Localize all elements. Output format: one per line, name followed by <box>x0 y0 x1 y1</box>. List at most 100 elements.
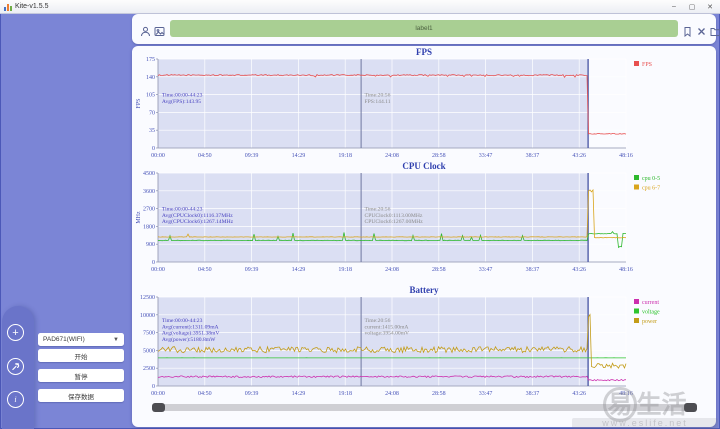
progress-label: label1 <box>415 25 433 32</box>
svg-text:3600: 3600 <box>143 189 155 195</box>
svg-text:04:50: 04:50 <box>198 153 212 159</box>
svg-text:105: 105 <box>146 93 155 99</box>
svg-text:09:39: 09:39 <box>245 391 259 397</box>
svg-text:09:39: 09:39 <box>245 153 259 159</box>
svg-text:FPS: FPS <box>136 98 142 108</box>
plus-icon: + <box>12 326 19 339</box>
settings-button[interactable] <box>7 358 24 375</box>
svg-text:00:00: 00:00 <box>151 153 165 159</box>
svg-text:0: 0 <box>152 260 155 266</box>
svg-text:70: 70 <box>149 110 155 116</box>
app-logo-icon <box>4 3 12 11</box>
maximize-button[interactable]: ▢ <box>684 1 700 12</box>
annotation: Avg(power):5180.8mW <box>162 336 216 343</box>
toolbar: label1 <box>132 14 720 44</box>
clear-icon[interactable] <box>696 24 707 35</box>
svg-text:12500: 12500 <box>140 295 155 301</box>
selected-region <box>158 297 589 386</box>
svg-text:43:26: 43:26 <box>572 153 586 159</box>
annotation: Time:00:00-44:23 <box>162 318 203 324</box>
annotation: CPUClock0:1113.00MHz <box>365 213 423 219</box>
svg-text:33:47: 33:47 <box>479 267 493 273</box>
svg-text:0: 0 <box>152 384 155 390</box>
legend-label: power <box>642 319 657 325</box>
device-select[interactable]: PAD671(WIFI) ▼ <box>38 333 124 346</box>
user-icon[interactable] <box>140 24 151 37</box>
range-handle-right[interactable] <box>684 403 697 412</box>
annotation: Time:20:56 <box>365 206 391 212</box>
svg-text:14:29: 14:29 <box>292 267 306 273</box>
titlebar: Kite-v1.5.5 – ▢ ✕ <box>0 0 720 14</box>
svg-text:7500: 7500 <box>143 331 155 337</box>
minimize-button[interactable]: – <box>666 1 682 12</box>
svg-text:175: 175 <box>146 57 155 63</box>
range-handle-left[interactable] <box>152 403 165 412</box>
svg-text:24:08: 24:08 <box>385 391 399 397</box>
svg-text:35: 35 <box>149 128 155 134</box>
svg-text:38:37: 38:37 <box>526 267 540 273</box>
chevron-down-icon: ▼ <box>113 336 119 343</box>
annotation: CPUClock6:1267.00MHz <box>365 219 424 225</box>
svg-text:MHz: MHz <box>136 211 142 224</box>
save-data-button[interactable]: 保存数据 <box>38 389 124 402</box>
svg-text:04:50: 04:50 <box>198 391 212 397</box>
annotation: current:1415.00mA <box>365 324 409 330</box>
legend-label: cpu 6-7 <box>642 185 660 191</box>
svg-text:43:26: 43:26 <box>572 267 586 273</box>
svg-text:43:26: 43:26 <box>572 391 586 397</box>
svg-text:5000: 5000 <box>143 348 155 354</box>
legend-swatch <box>634 318 639 323</box>
cpu-clock-chart[interactable]: CPU Clock 0 900 1800 2700 3600 4500 00:00 04:50… <box>132 161 716 276</box>
legend-label: FPS <box>642 62 652 68</box>
svg-text:19:18: 19:18 <box>338 391 352 397</box>
legend-swatch <box>634 175 639 180</box>
svg-text:900: 900 <box>146 242 155 248</box>
battery-chart[interactable]: Battery 0 2500 5000 7500 10000 12500 00:00 04:5… <box>132 285 716 400</box>
annotation: Avg(current):1311.09mA <box>162 323 219 330</box>
annotation: Avg(FPS):143.95 <box>162 98 201 105</box>
start-button[interactable]: 开始 <box>38 349 124 362</box>
annotation: Avg(CPUClock6):1267.14MHz <box>162 218 234 225</box>
svg-text:1800: 1800 <box>143 224 155 230</box>
annotation: Time:00:00-44:23 <box>162 92 203 98</box>
svg-text:19:18: 19:18 <box>338 153 352 159</box>
legend-swatch <box>634 308 639 314</box>
svg-text:48:16: 48:16 <box>619 391 633 397</box>
svg-text:24:08: 24:08 <box>385 153 399 159</box>
svg-text:19:18: 19:18 <box>338 267 352 273</box>
fps-chart[interactable]: FPS 0 35 70 105 140 175 00:00 04:50 09:39 14:29 19… <box>132 47 716 162</box>
legend-swatch <box>634 299 639 304</box>
svg-text:0: 0 <box>152 146 155 152</box>
svg-text:33:47: 33:47 <box>479 153 493 159</box>
svg-text:04:50: 04:50 <box>198 267 212 273</box>
legend-swatch <box>634 61 639 66</box>
svg-text:48:16: 48:16 <box>619 267 633 273</box>
legend-label: cpu 0-5 <box>642 176 660 182</box>
app-window: Kite-v1.5.5 – ▢ ✕ label1 FPS 0 35 70 105… <box>0 0 720 429</box>
annotation: Time:00:00-44:23 <box>162 206 203 212</box>
add-device-button[interactable]: + <box>7 324 24 341</box>
svg-text:33:47: 33:47 <box>479 391 493 397</box>
folder-icon[interactable] <box>710 24 720 36</box>
svg-text:14:29: 14:29 <box>292 391 306 397</box>
screenshot-icon[interactable] <box>154 24 165 36</box>
svg-text:00:00: 00:00 <box>151 267 165 273</box>
battery-plot: 0 2500 5000 7500 10000 12500 00:00 04:50 09:39 14… <box>140 295 660 397</box>
svg-text:10000: 10000 <box>140 313 155 319</box>
svg-text:140: 140 <box>146 75 155 81</box>
close-button[interactable]: ✕ <box>702 1 718 12</box>
progress-bar: label1 <box>170 20 678 37</box>
info-icon: i <box>14 395 17 404</box>
charts-panel: FPS 0 35 70 105 140 175 00:00 04:50 09:39 14:29 19… <box>132 46 716 427</box>
svg-text:09:39: 09:39 <box>245 267 259 273</box>
annotation: Time:20:56 <box>365 318 391 324</box>
info-button[interactable]: i <box>7 391 24 408</box>
bookmark-icon[interactable] <box>682 24 693 38</box>
time-range-scrollbar[interactable] <box>152 403 697 412</box>
svg-text:28:58: 28:58 <box>432 391 446 397</box>
annotation: Avg(voltage):3951.38mV <box>162 330 220 337</box>
pause-button[interactable]: 暂停 <box>38 369 124 382</box>
wrench-icon <box>11 362 20 371</box>
annotation: FPS:144.11 <box>365 99 391 105</box>
svg-text:14:29: 14:29 <box>292 153 306 159</box>
